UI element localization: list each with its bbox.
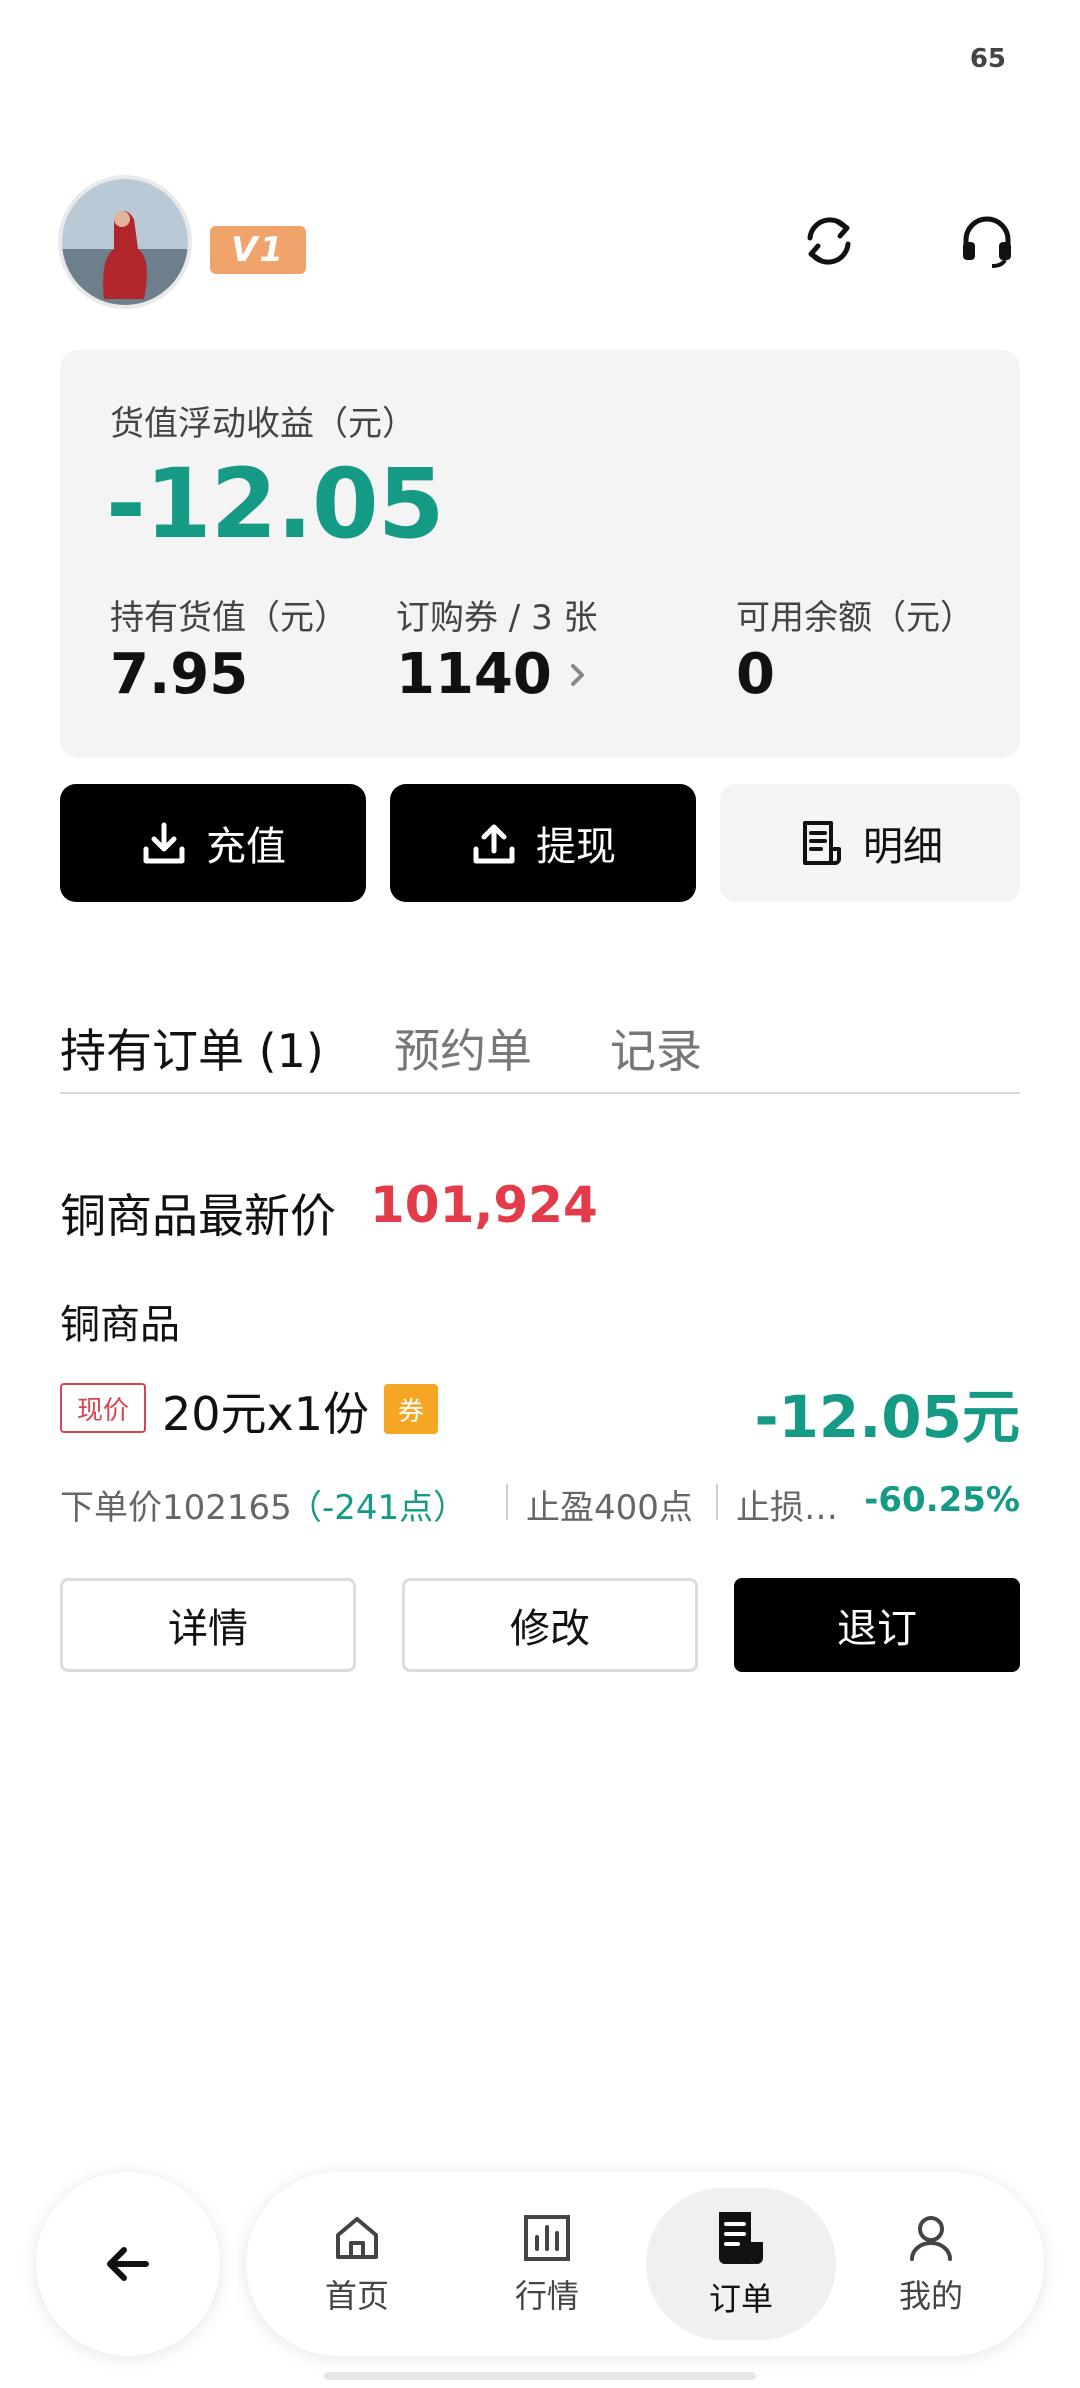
nav-orders[interactable]: 订单	[646, 2172, 836, 2356]
recharge-button[interactable]: 充值	[60, 784, 366, 902]
upload-icon	[473, 824, 515, 864]
refresh-button[interactable]	[794, 206, 864, 276]
chevron-right-icon	[570, 663, 584, 686]
coupon-label: 订购券 / 3 张	[396, 598, 598, 638]
battery-level: 65	[969, 44, 1006, 74]
product-name: 铜商品	[60, 1302, 180, 1348]
coupon-link[interactable]: 1140	[396, 642, 588, 707]
nav-orders-label: 订单	[708, 2280, 773, 2318]
divider	[506, 1484, 508, 1520]
hold-value: 7.95	[110, 642, 249, 707]
customer-service-button[interactable]	[952, 206, 1022, 276]
document-icon	[803, 821, 841, 865]
float-income-value: -12.05	[106, 448, 444, 560]
price-diff-points: （-241点）	[288, 1488, 468, 1528]
pnl-percent: -60.25%	[864, 1480, 1020, 1520]
chart-icon	[524, 2215, 570, 2261]
avatar[interactable]	[58, 175, 192, 309]
take-profit: 止盈400点	[526, 1488, 693, 1528]
hold-value-label: 持有货值（元）	[110, 598, 348, 638]
avatar-image	[62, 179, 188, 305]
refresh-icon	[807, 217, 851, 265]
nav-home-label: 首页	[324, 2277, 389, 2315]
headset-icon	[963, 216, 1011, 268]
latest-price-value: 101,924	[370, 1176, 598, 1234]
balance-label: 可用余额（元）	[736, 598, 974, 638]
tab-holding-orders[interactable]: 持有订单 (1)	[60, 1015, 324, 1081]
nav-profile[interactable]: 我的	[836, 2172, 1026, 2356]
arrow-left-icon	[107, 2247, 149, 2281]
home-icon	[336, 2217, 378, 2259]
nav-market-label: 行情	[514, 2277, 579, 2315]
tab-reservations[interactable]: 预约单	[394, 1015, 532, 1081]
order-spec: 20元x1份	[162, 1387, 370, 1441]
vip-badge: V1	[210, 226, 306, 274]
order-pnl: -12.05元	[754, 1383, 1020, 1451]
latest-price-label: 铜商品最新价	[60, 1189, 336, 1243]
recharge-label: 充值	[206, 824, 286, 870]
home-indicator[interactable]	[324, 2372, 756, 2380]
balance-value: 0	[736, 642, 775, 707]
order-detail-button[interactable]: 详情	[60, 1578, 356, 1672]
order-icon	[719, 2212, 763, 2264]
coupon-value: 1140	[396, 642, 552, 707]
cancel-order-button[interactable]: 退订	[734, 1578, 1020, 1672]
tab-divider	[60, 1092, 1020, 1094]
withdraw-button[interactable]: 提现	[390, 784, 696, 902]
detail-label: 明细	[863, 824, 943, 870]
modify-order-button[interactable]: 修改	[402, 1578, 698, 1672]
float-income-label: 货值浮动收益（元）	[110, 404, 416, 444]
back-button[interactable]	[36, 2172, 220, 2356]
nav-home[interactable]: 首页	[262, 2172, 452, 2356]
download-icon	[143, 822, 185, 864]
divider	[716, 1484, 718, 1520]
withdraw-label: 提现	[536, 824, 616, 870]
tab-records[interactable]: 记录	[610, 1015, 702, 1081]
user-icon	[910, 2216, 952, 2261]
current-price-tag: 现价	[60, 1383, 146, 1433]
entry-price: 下单价102165	[60, 1488, 292, 1528]
coupon-tag: 券	[384, 1384, 438, 1434]
nav-market[interactable]: 行情	[452, 2172, 642, 2356]
detail-button[interactable]: 明细	[720, 784, 1020, 902]
nav-profile-label: 我的	[898, 2277, 963, 2315]
stop-loss: 止损…	[736, 1488, 838, 1528]
